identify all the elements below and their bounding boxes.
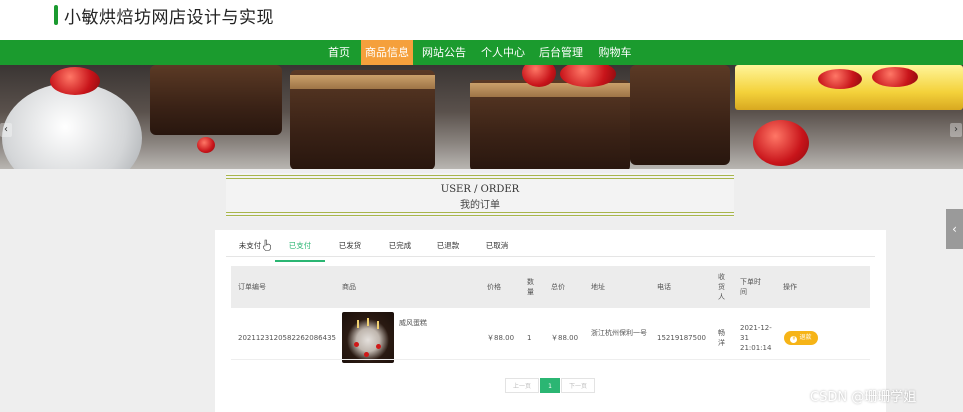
nav-item-home[interactable]: 首页 bbox=[322, 40, 356, 65]
column-header-phone: 电话 bbox=[657, 283, 671, 291]
tab-cancelled[interactable]: 已取消 bbox=[472, 237, 522, 262]
order-no-cell: 20211231205822620864​35 bbox=[238, 334, 336, 342]
tab-paid[interactable]: 已支付 bbox=[275, 237, 325, 262]
banner-cake bbox=[150, 65, 282, 135]
address-cell: 浙江杭州保利一号 bbox=[591, 329, 647, 337]
tab-refunded[interactable]: 已退款 bbox=[423, 237, 473, 262]
banner-carousel: ‹ › bbox=[0, 65, 963, 169]
nav-item-announcements[interactable]: 网站公告 bbox=[418, 40, 470, 65]
section-title-cn: 我的订单 bbox=[460, 200, 500, 211]
phone-cell: 15219187500 bbox=[657, 334, 706, 342]
thumb-candle bbox=[357, 320, 359, 328]
banner-cake-crust bbox=[290, 75, 435, 89]
thumb-berry bbox=[364, 352, 369, 357]
banner-cake-crust bbox=[470, 83, 630, 97]
chevron-right-icon[interactable]: › bbox=[950, 123, 962, 137]
banner-strawberry bbox=[753, 120, 809, 166]
header: 小敏烘焙坊网店设计与实现 bbox=[0, 0, 963, 40]
pagination-next-button[interactable]: 下一页 bbox=[561, 378, 595, 393]
column-header-address: 地址 bbox=[591, 283, 605, 291]
thumb-candle bbox=[367, 318, 369, 326]
tab-completed[interactable]: 已完成 bbox=[375, 237, 425, 262]
nav-item-products[interactable]: 商品信息 bbox=[361, 40, 413, 65]
banner-cake bbox=[630, 65, 730, 165]
thumb-candle bbox=[377, 321, 379, 329]
column-header-order-time: 下单时间 bbox=[740, 278, 761, 296]
column-header-quantity: 数量 bbox=[527, 278, 534, 296]
main-nav: 首页 商品信息 网站公告 个人中心 后台管理 购物车 bbox=[0, 40, 963, 65]
hand-cursor-icon bbox=[263, 239, 271, 251]
divider bbox=[226, 212, 734, 213]
banner-spoon bbox=[2, 83, 142, 169]
quantity-cell: 1 bbox=[527, 334, 532, 342]
product-thumbnail bbox=[342, 312, 394, 363]
banner-strawberry bbox=[197, 137, 215, 153]
section-header: USER / ORDER 我的订单 bbox=[226, 173, 734, 217]
chevron-left-icon[interactable]: ‹ bbox=[0, 123, 12, 137]
total-cell: ￥88.00 bbox=[551, 334, 579, 342]
banner-strawberry bbox=[50, 67, 100, 95]
side-float-tab[interactable]: ‹ bbox=[946, 209, 963, 249]
order-panel: 未支付 已支付 已发货 已完成 已退款 已取消 订单编号 商品 价格 数量 总价… bbox=[215, 230, 886, 412]
nav-item-user-center[interactable]: 个人中心 bbox=[477, 40, 529, 65]
column-header-price: 价格 bbox=[487, 283, 501, 291]
thumb-berry bbox=[376, 344, 381, 349]
pagination-prev-button[interactable]: 上一页 bbox=[505, 378, 539, 393]
column-header-total: 总价 bbox=[551, 283, 565, 291]
nav-item-admin[interactable]: 后台管理 bbox=[535, 40, 587, 65]
refund-label: 退款 bbox=[799, 334, 812, 341]
column-header-actions: 操作 bbox=[783, 283, 797, 291]
divider bbox=[226, 175, 734, 176]
title-accent-bar bbox=[54, 5, 58, 25]
chevron-left-icon: ‹ bbox=[952, 222, 957, 236]
site-title: 小敏烘焙坊网店设计与实现 bbox=[64, 8, 274, 28]
row-divider bbox=[231, 359, 870, 360]
tab-shipped[interactable]: 已发货 bbox=[325, 237, 375, 262]
thumb-berry bbox=[354, 342, 359, 347]
receiver-cell: 畅洋 bbox=[718, 329, 725, 347]
column-header-receiver: 收货人 bbox=[718, 273, 725, 301]
banner-strawberry bbox=[872, 67, 918, 87]
divider bbox=[226, 178, 734, 179]
banner-strawberry bbox=[818, 69, 862, 89]
refund-icon: ¥ bbox=[790, 336, 798, 343]
price-cell: ￥88.00 bbox=[487, 334, 515, 342]
column-header-product: 商品 bbox=[342, 283, 356, 291]
section-title-en: USER / ORDER bbox=[440, 184, 520, 195]
product-name-cell[interactable]: 威风蛋糕 bbox=[399, 318, 427, 328]
refund-button[interactable]: ¥ 退款 bbox=[784, 331, 818, 345]
divider bbox=[226, 215, 734, 216]
order-time-cell: 2021-12-31 21:01:14 bbox=[740, 324, 772, 352]
tab-divider bbox=[226, 256, 875, 257]
pagination-page-1[interactable]: 1 bbox=[540, 378, 560, 393]
column-header-order-no: 订单编号 bbox=[238, 283, 266, 291]
nav-item-cart[interactable]: 购物车 bbox=[594, 40, 636, 65]
watermark: CSDN @珊珊学姐 bbox=[810, 390, 917, 405]
